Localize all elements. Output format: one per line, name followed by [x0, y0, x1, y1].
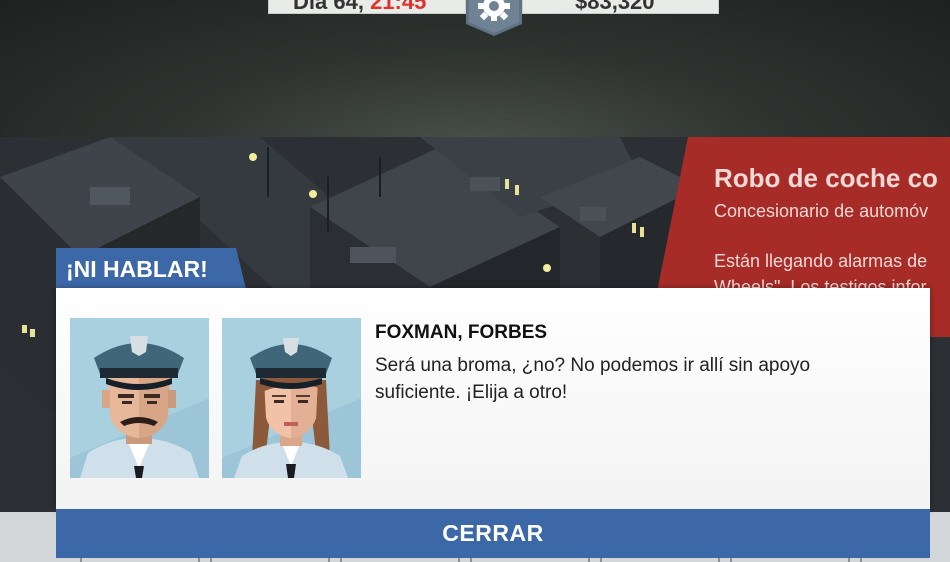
unit-slot — [470, 558, 590, 562]
crime-title: Robo de coche co — [714, 163, 938, 193]
unit-slot — [730, 558, 850, 562]
officer-portrait-forbes — [222, 318, 361, 478]
unit-slot — [860, 558, 950, 562]
police-officer-avatar — [222, 318, 361, 478]
hud-money-panel: $83,320 — [522, 0, 719, 14]
gear-icon — [466, 0, 522, 36]
close-button[interactable]: CERRAR — [56, 509, 930, 558]
dialog-message: Será una broma, ¿no? No podemos ir allí … — [375, 355, 811, 403]
settings-button[interactable] — [464, 0, 524, 36]
unit-slot — [210, 558, 330, 562]
officer-portrait-foxman — [70, 318, 209, 478]
speaker-names: FOXMAN, FORBES — [375, 322, 548, 343]
crime-description-line: Están llegando alarmas de — [714, 251, 928, 271]
crime-location: Concesionario de automóv — [714, 201, 929, 221]
hud-time: 21:45 — [370, 0, 427, 14]
hud-date-panel: Día 64, 21:45 — [268, 0, 466, 14]
unit-slot — [600, 558, 720, 562]
dialog-header-label: ¡NI HABLAR! — [66, 256, 208, 282]
hud-day-label: Día 64, — [293, 0, 364, 14]
hud-money: $83,320 — [575, 0, 655, 14]
unit-slot — [340, 558, 460, 562]
hud-date-text: Día 64, 21:45 — [293, 0, 427, 14]
unit-slot — [80, 558, 200, 562]
police-officer-avatar — [70, 318, 209, 478]
